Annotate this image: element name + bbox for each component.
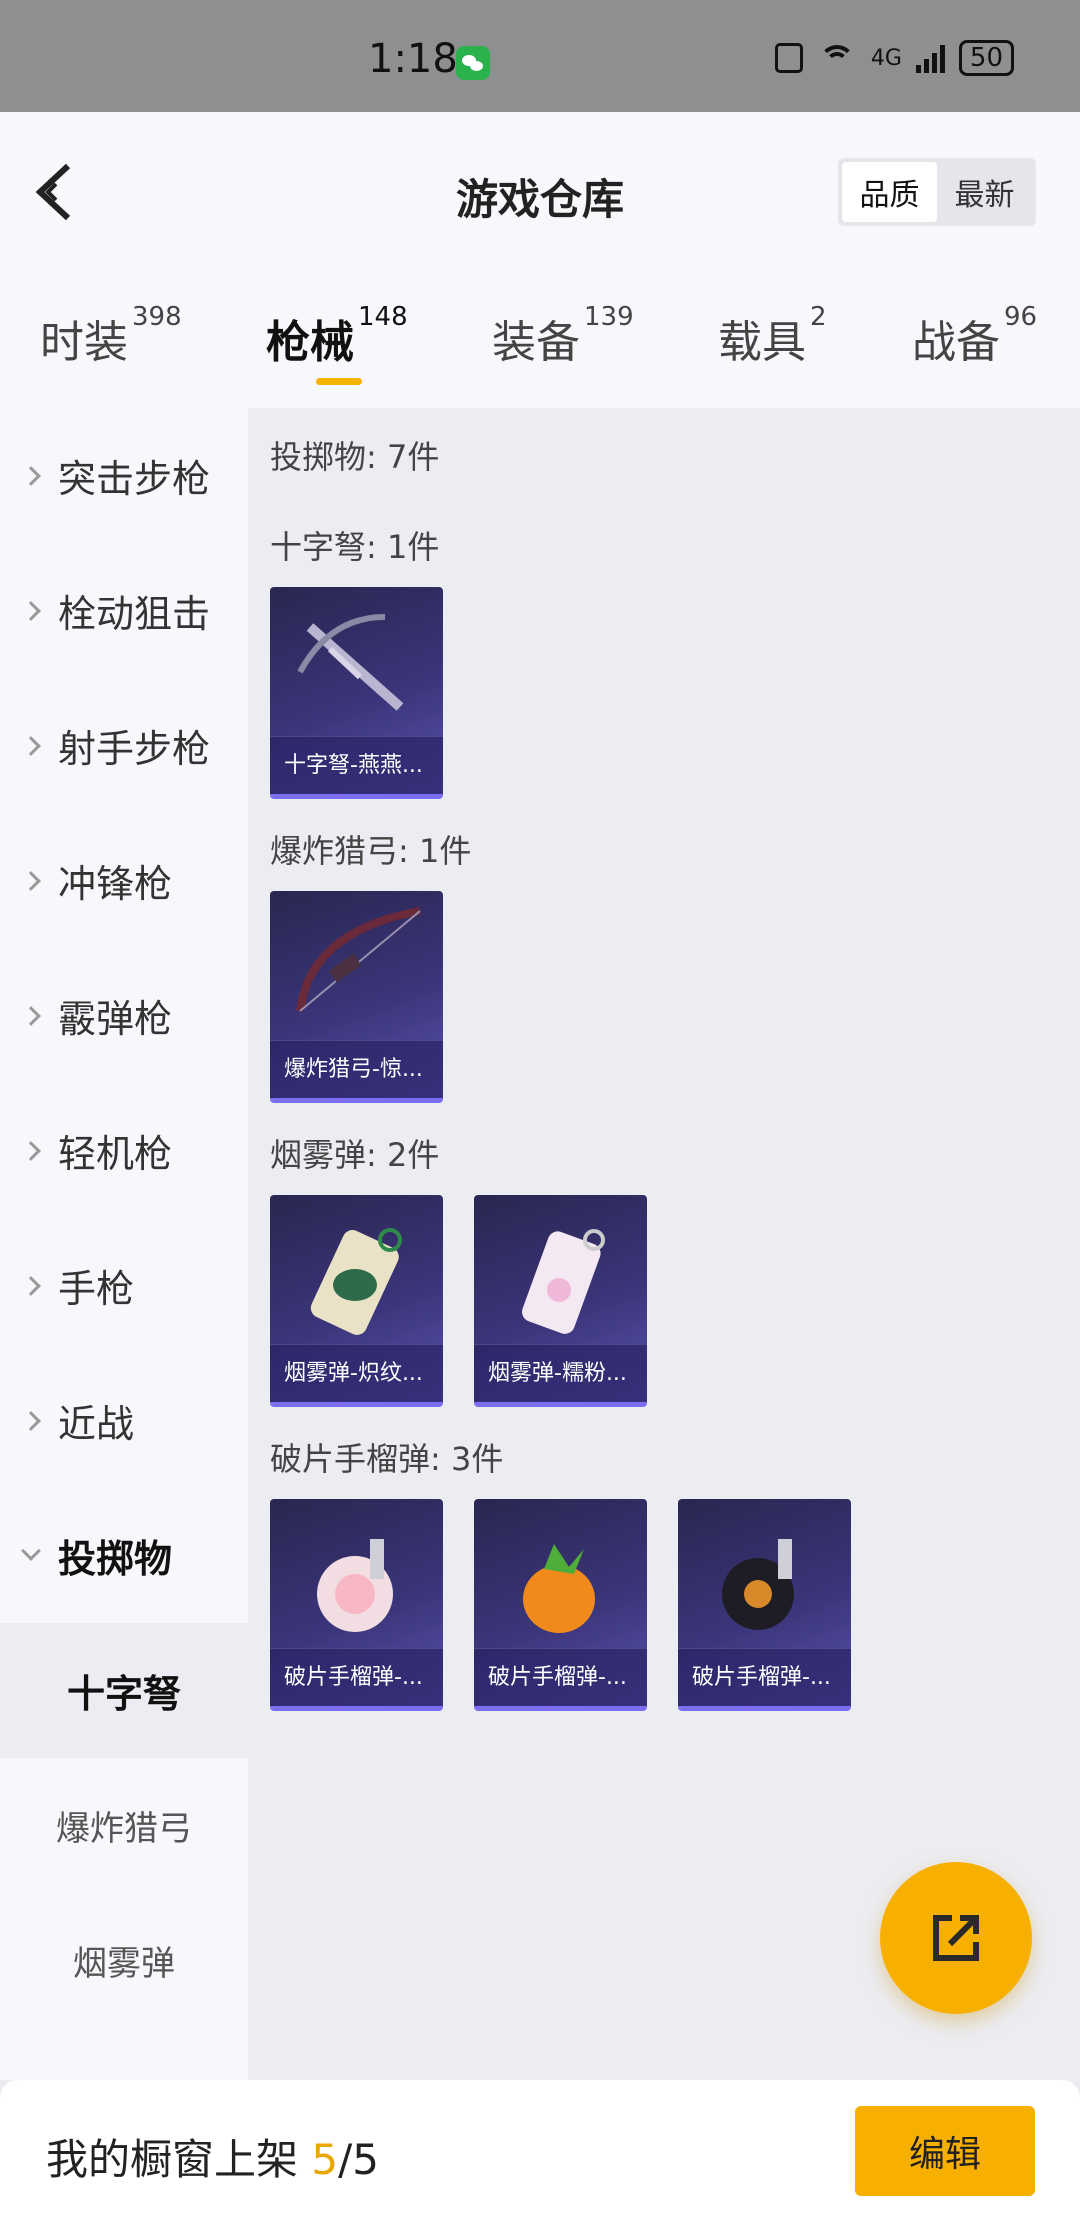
item-card[interactable]: 破片手榴弹-... [474, 1499, 647, 1711]
sidebar-item-throwables[interactable]: 投掷物 [0, 1488, 248, 1623]
tab-count: 139 [584, 302, 634, 332]
showcase-label: 我的橱窗上架 5/5 [46, 2126, 379, 2187]
section-label: 破片手榴弹: 3件 [270, 1440, 504, 1478]
sidebar-item-label: 栓动狙击 [58, 592, 211, 636]
category-tabs: 时装 398 枪械 148 装备 139 载具 2 战备 96 [0, 282, 1080, 408]
sidebar-item-bolt-sniper[interactable]: 栓动狙击 [0, 543, 248, 678]
frag-grenade-icon [523, 1544, 595, 1633]
status-bar: 1:18 4G 50 [0, 0, 1080, 112]
wifi-icon [817, 43, 857, 73]
frag-grenade-icon [722, 1539, 794, 1630]
sidebar-item-assault-rifle[interactable]: 突击步枪 [0, 408, 248, 543]
tab-fashion[interactable]: 时装 398 [40, 302, 182, 370]
tab-count: 398 [132, 302, 182, 332]
share-button[interactable] [880, 1862, 1032, 2014]
item-name: 破片手榴弹-... [474, 1648, 647, 1706]
chevron-right-icon [21, 1005, 41, 1026]
chevron-right-icon [21, 870, 41, 891]
frag-grenade-icon [317, 1539, 393, 1632]
tab-label: 装备 [492, 317, 580, 368]
crossbow-icon [297, 614, 404, 711]
item-name: 爆炸猎弓-惊... [270, 1040, 443, 1098]
item-name: 十字弩-燕燕... [270, 736, 443, 794]
tab-label: 载具 [718, 317, 806, 368]
sidebar-item-label: 霰弹枪 [58, 997, 173, 1041]
wechat-icon [456, 46, 490, 80]
item-name: 烟雾弹-糯粉... [474, 1344, 647, 1402]
sort-toggle: 品质 最新 [838, 158, 1036, 226]
chevron-right-icon [21, 735, 41, 756]
tab-label: 战备 [912, 317, 1000, 368]
sidebar-item-marksman-rifle[interactable]: 射手步枪 [0, 678, 248, 813]
section-label: 烟雾弹: 2件 [270, 1136, 440, 1174]
sidebar-item-label: 投掷物 [58, 1537, 173, 1581]
smoke-grenade-icon [522, 1229, 605, 1334]
item-card[interactable]: 烟雾弹-炽纹... [270, 1195, 443, 1407]
tab-count: 2 [810, 302, 827, 332]
signal-icon [915, 43, 945, 73]
sidebar-item-smg[interactable]: 冲锋枪 [0, 813, 248, 948]
item-name: 破片手榴弹-... [678, 1648, 851, 1706]
sidebar-item-pistol[interactable]: 手枪 [0, 1218, 248, 1353]
tab-gear[interactable]: 战备 96 [912, 302, 1037, 370]
sidebar-item-label: 近战 [58, 1402, 135, 1446]
tab-guns[interactable]: 枪械 148 [266, 302, 408, 370]
sidebar-item-label: 轻机枪 [58, 1132, 173, 1176]
network-type: 4G [870, 45, 902, 71]
item-card[interactable]: 破片手榴弹-... [270, 1499, 443, 1711]
tab-count: 148 [358, 302, 408, 332]
nfc-icon [774, 43, 803, 73]
sidebar-subitem-crossbow[interactable]: 十字弩 [0, 1623, 248, 1758]
chevron-right-icon [21, 465, 41, 486]
item-card[interactable]: 十字弩-燕燕... [270, 587, 443, 799]
section-label: 十字弩: 1件 [270, 528, 440, 566]
status-time: 1:18 [368, 36, 458, 82]
tab-count: 96 [1004, 302, 1038, 332]
sidebar-item-melee[interactable]: 近战 [0, 1353, 248, 1488]
sidebar-item-label: 冲锋枪 [58, 862, 173, 906]
sidebar-item-shotgun[interactable]: 霰弹枪 [0, 948, 248, 1083]
throwables-summary: 投掷物: 7件 [270, 438, 440, 476]
item-card[interactable]: 破片手榴弹-... [678, 1499, 851, 1711]
item-card[interactable]: 爆炸猎弓-惊... [270, 891, 443, 1103]
status-icons: 4G 50 [774, 40, 1014, 76]
sidebar-subitem-explosive-bow[interactable]: 爆炸猎弓 [0, 1758, 248, 1893]
edit-button[interactable]: 编辑 [855, 2106, 1035, 2196]
sidebar-subitem-smoke-grenade[interactable]: 烟雾弹 [0, 1893, 248, 2028]
sidebar: 突击步枪 栓动狙击 射手步枪 冲锋枪 霰弹枪 轻机枪 手枪 近战 投掷物 十字弩… [0, 408, 248, 2080]
bow-icon [296, 907, 421, 1012]
sidebar-item-lmg[interactable]: 轻机枪 [0, 1083, 248, 1218]
battery-indicator: 50 [958, 40, 1014, 76]
chevron-right-icon [21, 600, 41, 621]
tab-label: 枪械 [266, 317, 354, 368]
smoke-grenade-icon [310, 1228, 402, 1335]
tab-vehicles[interactable]: 载具 2 [718, 302, 827, 370]
sort-newest-button[interactable]: 最新 [937, 162, 1032, 222]
showcase-text: 我的橱窗上架 [46, 2135, 312, 2184]
sidebar-item-label: 手枪 [58, 1267, 135, 1311]
tab-label: 时装 [40, 317, 128, 368]
section-label: 爆炸猎弓: 1件 [270, 832, 472, 870]
active-tab-indicator [316, 378, 362, 385]
sidebar-item-label: 突击步枪 [58, 457, 211, 501]
item-name: 破片手榴弹-... [270, 1648, 443, 1706]
showcase-total: /5 [338, 2135, 379, 2184]
item-card[interactable]: 烟雾弹-糯粉... [474, 1195, 647, 1407]
chevron-right-icon [21, 1410, 41, 1431]
showcase-bar: 我的橱窗上架 5/5 编辑 [0, 2080, 1080, 2228]
chevron-right-icon [21, 1140, 41, 1161]
showcase-count: 5 [311, 2135, 339, 2184]
sort-quality-button[interactable]: 品质 [842, 162, 937, 222]
tab-equipment[interactable]: 装备 139 [492, 302, 634, 370]
external-link-icon [933, 1915, 979, 1961]
sidebar-item-label: 射手步枪 [58, 727, 211, 771]
chevron-right-icon [21, 1275, 41, 1296]
item-name: 烟雾弹-炽纹... [270, 1344, 443, 1402]
chevron-down-icon [21, 1540, 41, 1561]
